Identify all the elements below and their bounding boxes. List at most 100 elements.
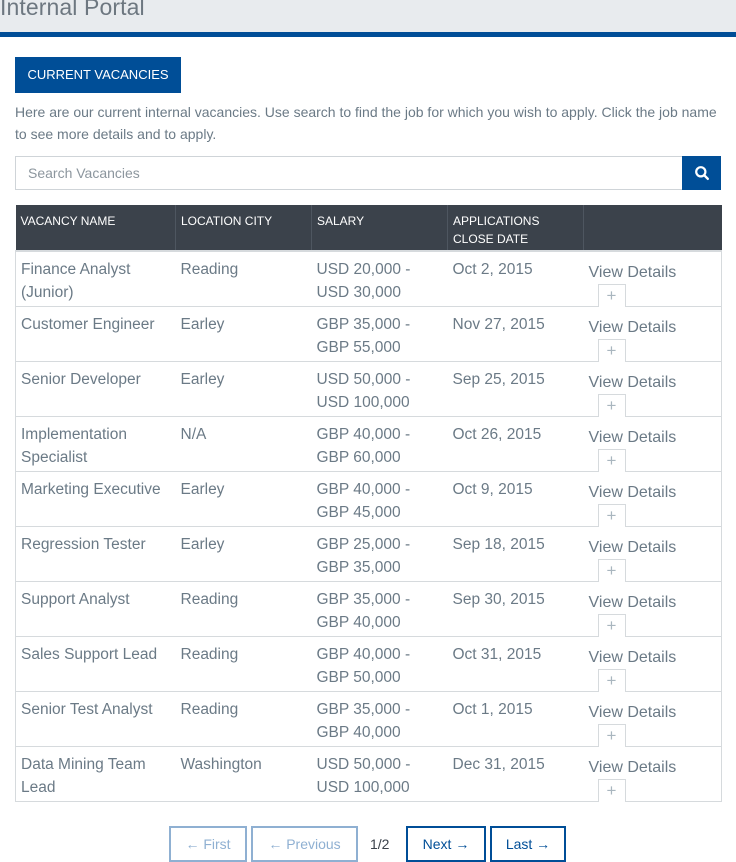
table-row: Sales Support Lead Reading GBP 40,000 - GB… <box>15 635 722 692</box>
page-header: Internal Portal <box>0 0 736 37</box>
vacancy-name-link[interactable]: Customer Engineer <box>15 305 176 362</box>
close-date: Oct 31, 2015 <box>447 635 584 692</box>
column-header-salary[interactable]: SALARY <box>311 205 448 251</box>
close-date: Nov 27, 2015 <box>447 305 584 362</box>
close-date: Dec 31, 2015 <box>447 745 584 802</box>
expand-row-plus-icon[interactable]: + <box>597 393 626 417</box>
table-header-row: VACANCY NAME LOCATION CITY SALARY APPLIC… <box>15 205 722 251</box>
row-actions: View Details + <box>583 305 722 362</box>
table-row: Data Mining Team Lead Washington USD 50,00… <box>15 745 722 802</box>
table-row: Finance Analyst (Junior) Reading USD 20,00… <box>15 250 722 307</box>
intro-text: Here are our current internal vacancies.… <box>15 104 717 142</box>
location-city: Reading <box>175 635 312 692</box>
row-actions: View Details + <box>583 580 722 637</box>
location-city: Earley <box>175 305 312 362</box>
table-row: Senior Test Analyst Reading GBP 35,000 - G… <box>15 690 722 747</box>
location-city: Earley <box>175 470 312 527</box>
search-bar <box>15 156 721 190</box>
search-icon <box>694 166 709 181</box>
vacancy-name-link[interactable]: Data Mining Team Lead <box>15 745 176 802</box>
close-date: Sep 25, 2015 <box>447 360 584 417</box>
expand-row-plus-icon[interactable]: + <box>597 503 626 527</box>
vacancy-name-link[interactable]: Regression Tester <box>15 525 176 582</box>
salary: GBP 35,000 - GBP 40,000 <box>311 580 448 637</box>
view-details-link[interactable]: View Details <box>589 426 677 449</box>
expand-row-plus-icon[interactable]: + <box>597 668 626 692</box>
row-actions: View Details + <box>583 635 722 692</box>
table-row: Implementation Specialist N/A GBP 40,000 -… <box>15 415 722 472</box>
row-actions: View Details + <box>583 470 722 527</box>
view-details-link[interactable]: View Details <box>589 481 677 504</box>
expand-row-plus-icon[interactable]: + <box>597 338 626 362</box>
view-details-link[interactable]: View Details <box>589 316 677 339</box>
location-city: Reading <box>175 580 312 637</box>
table-row: Customer Engineer Earley GBP 35,000 - GBP … <box>15 305 722 362</box>
salary: GBP 40,000 - GBP 60,000 <box>311 415 448 472</box>
view-details-link[interactable]: View Details <box>589 261 677 284</box>
page-indicator: 1/2 <box>370 836 390 852</box>
location-city: Earley <box>175 525 312 582</box>
vacancy-name-link[interactable]: Marketing Executive <box>15 470 176 527</box>
column-header-location-city[interactable]: LOCATION CITY <box>175 205 312 251</box>
view-details-link[interactable]: View Details <box>589 371 677 394</box>
last-page-button[interactable]: Last → <box>490 826 566 862</box>
row-actions: View Details + <box>583 690 722 747</box>
close-date: Sep 30, 2015 <box>447 580 584 637</box>
current-vacancies-tab[interactable]: CURRENT VACANCIES <box>15 57 181 93</box>
view-details-link[interactable]: View Details <box>589 701 677 724</box>
vacancy-name-link[interactable]: Senior Developer <box>15 360 176 417</box>
salary: GBP 40,000 - GBP 45,000 <box>311 470 448 527</box>
column-header-close-date[interactable]: APPLICATIONS CLOSE DATE <box>447 205 584 251</box>
row-actions: View Details + <box>583 415 722 472</box>
location-city: Earley <box>175 360 312 417</box>
vacancies-table: VACANCY NAME LOCATION CITY SALARY APPLIC… <box>15 205 722 802</box>
first-page-button[interactable]: ← First <box>169 826 247 862</box>
row-actions: View Details + <box>583 250 722 307</box>
salary: GBP 25,000 - GBP 35,000 <box>311 525 448 582</box>
previous-page-button[interactable]: ← Previous <box>251 826 358 862</box>
expand-row-plus-icon[interactable]: + <box>597 558 626 582</box>
table-row: Regression Tester Earley GBP 25,000 - GBP … <box>15 525 722 582</box>
location-city: Washington <box>175 745 312 802</box>
location-city: Reading <box>175 690 312 747</box>
search-button[interactable] <box>682 156 721 190</box>
salary: GBP 35,000 - GBP 55,000 <box>311 305 448 362</box>
row-actions: View Details + <box>583 360 722 417</box>
column-header-actions <box>583 205 722 251</box>
view-details-link[interactable]: View Details <box>589 756 677 779</box>
row-actions: View Details + <box>583 745 722 802</box>
location-city: N/A <box>175 415 312 472</box>
expand-row-plus-icon[interactable]: + <box>597 778 626 802</box>
vacancy-name-link[interactable]: Sales Support Lead <box>15 635 176 692</box>
table-row: Support Analyst Reading GBP 35,000 - GBP 4… <box>15 580 722 637</box>
close-date: Sep 18, 2015 <box>447 525 584 582</box>
expand-row-plus-icon[interactable]: + <box>597 284 626 307</box>
view-details-link[interactable]: View Details <box>589 591 677 614</box>
close-date: Oct 2, 2015 <box>447 250 584 307</box>
salary: GBP 35,000 - GBP 40,000 <box>311 690 448 747</box>
salary: USD 50,000 - USD 100,000 <box>311 745 448 802</box>
pagination: ← First ← Previous 1/2 Next → Last → <box>0 826 736 862</box>
salary: USD 20,000 - USD 30,000 <box>311 250 448 307</box>
expand-row-plus-icon[interactable]: + <box>597 723 626 747</box>
row-actions: View Details + <box>583 525 722 582</box>
view-details-link[interactable]: View Details <box>589 536 677 559</box>
vacancy-name-link[interactable]: Support Analyst <box>15 580 176 637</box>
close-date: Oct 1, 2015 <box>447 690 584 747</box>
vacancy-name-link[interactable]: Finance Analyst (Junior) <box>15 250 176 307</box>
expand-row-plus-icon[interactable]: + <box>597 613 626 637</box>
expand-row-plus-icon[interactable]: + <box>597 448 626 472</box>
vacancy-name-link[interactable]: Implementation Specialist <box>15 415 176 472</box>
close-date: Oct 26, 2015 <box>447 415 584 472</box>
salary: USD 50,000 - USD 100,000 <box>311 360 448 417</box>
portal-title: Internal Portal <box>0 0 145 20</box>
location-city: Reading <box>175 250 312 307</box>
view-details-link[interactable]: View Details <box>589 646 677 669</box>
next-page-button[interactable]: Next → <box>406 826 486 862</box>
salary: GBP 40,000 - GBP 50,000 <box>311 635 448 692</box>
column-header-vacancy-name[interactable]: VACANCY NAME <box>15 205 176 251</box>
close-date: Oct 9, 2015 <box>447 470 584 527</box>
table-row: Senior Developer Earley USD 50,000 - USD 1… <box>15 360 722 417</box>
search-input[interactable] <box>15 156 683 190</box>
vacancy-name-link[interactable]: Senior Test Analyst <box>15 690 176 747</box>
